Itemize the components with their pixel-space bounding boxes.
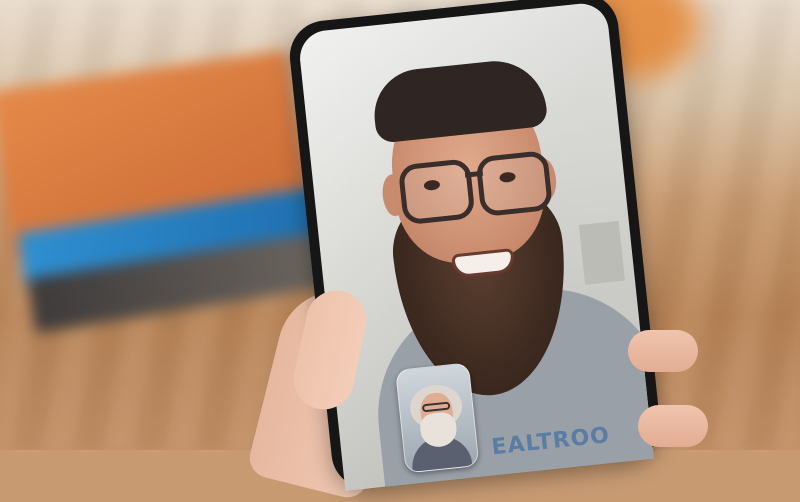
hand-finger-upper (628, 330, 698, 372)
book-stack (0, 40, 340, 334)
remote-caller-video: EALTROO (297, 1, 654, 491)
glasses-lens-left (397, 158, 476, 226)
video-call-screen[interactable]: EALTROO (297, 1, 654, 491)
self-view-thumbnail[interactable] (395, 362, 480, 474)
smartphone: EALTROO (286, 0, 664, 492)
glasses-lens-right (475, 149, 554, 218)
hand-finger-lower (638, 405, 708, 447)
